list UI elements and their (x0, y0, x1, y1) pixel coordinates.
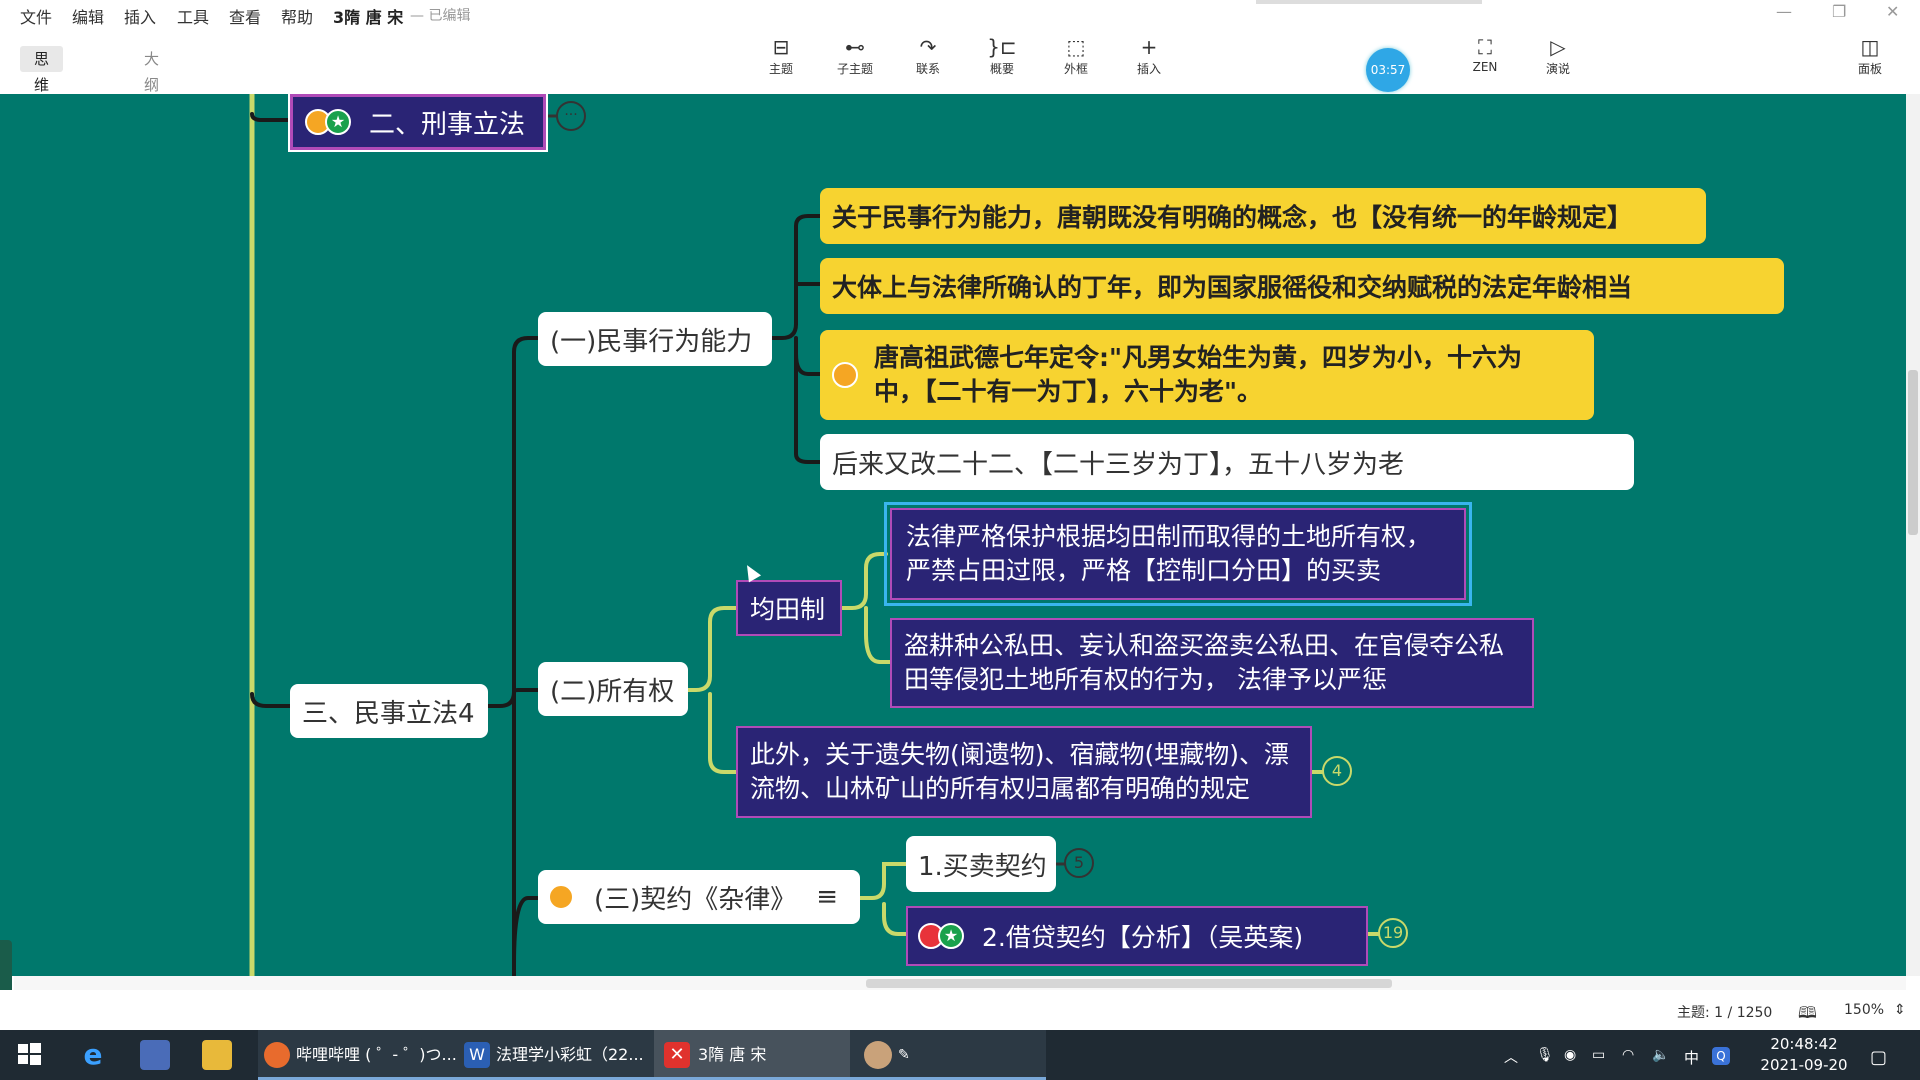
node-civil-legislation[interactable]: 三、民事立法4 (290, 684, 488, 738)
clock-time: 20:48:42 (1770, 1035, 1838, 1053)
present-button[interactable]: ▷ 演说 (1528, 36, 1588, 77)
firefox-icon (264, 1042, 290, 1068)
menu-insert[interactable]: 插入 (124, 4, 156, 28)
tab-outline[interactable]: 大纲 (130, 46, 173, 94)
node-sale-contract[interactable]: 1.买卖契约 (906, 836, 1056, 892)
star-icon: ★ (325, 109, 351, 135)
zoom-level[interactable]: 150% (1844, 1002, 1884, 1018)
panel-button[interactable]: ◫ 面板 (1840, 36, 1900, 77)
word-icon: W (464, 1042, 490, 1068)
node-capacity-2[interactable]: 大体上与法律所确认的丁年，即为国家服徭役和交纳赋税的法定年龄相当 (820, 258, 1784, 314)
menu-bar: 文件 编辑 插入 工具 查看 帮助 3隋 唐 宋 — 已编辑 — ❐ ✕ (0, 0, 1920, 28)
microphone-icon[interactable]: 🎙 (1536, 1047, 1554, 1063)
vertical-scrollbar[interactable] (1906, 94, 1920, 976)
taskbar-label: 法理学小彩虹（22... (496, 1045, 644, 1064)
topic-button[interactable]: ⊟ 主题 (751, 36, 811, 77)
summary-icon: }⊏ (987, 35, 1017, 59)
xmind-window: 文件 编辑 插入 工具 查看 帮助 3隋 唐 宋 — 已编辑 — ❐ ✕ 思维导… (0, 0, 1920, 1080)
relation-button[interactable]: ↷ 联系 (898, 36, 958, 77)
relation-icon: ↷ (919, 35, 937, 59)
insert-button[interactable]: + 插入 (1119, 36, 1179, 77)
subtopic-icon: ⊷ (845, 35, 865, 59)
drag-handle (1256, 0, 1482, 4)
windows-start-icon[interactable] (16, 1041, 42, 1067)
boundary-button[interactable]: ⬚ 外框 (1046, 36, 1106, 77)
topic-icon: ⊟ (772, 35, 790, 59)
vertical-scroll-thumb[interactable] (1908, 370, 1918, 535)
timer-badge[interactable]: 03:57 (1366, 48, 1410, 92)
priority-icon (548, 884, 574, 910)
menu-edit[interactable]: 编辑 (72, 4, 104, 28)
notification-icon[interactable]: ▢ (1870, 1047, 1887, 1068)
xmind-icon: ✕ (664, 1042, 690, 1068)
summary-button[interactable]: }⊏ 概要 (972, 36, 1032, 77)
mindmap-canvas[interactable]: ★ 二、刑事立法 ··· 三、民事立法4 (一)民事行为能力 关于民事行为能力，… (0, 94, 1910, 976)
collapsed-count-badge[interactable]: 5 (1064, 848, 1094, 878)
zoom-stepper-icon[interactable]: ⇕ (1894, 1002, 1906, 1018)
status-bar (0, 990, 1920, 1030)
node-capacity-4[interactable]: 后来又改二十二、【二十三岁为丁】，五十八岁为老 (820, 434, 1634, 490)
node-criminal-legislation[interactable]: ★ 二、刑事立法 (288, 94, 548, 152)
avatar (864, 1041, 892, 1069)
node-capacity-1[interactable]: 关于民事行为能力，唐朝既没有明确的概念，也【没有统一的年龄规定】 (820, 188, 1706, 244)
node-juntian-1[interactable]: 法律严格保护根据均田制而取得的土地所有权，严禁占田过限，严格【控制口分田】的买卖 (884, 502, 1472, 606)
menu-file[interactable]: 文件 (20, 4, 52, 28)
notes-icon[interactable]: ≡ (816, 882, 838, 912)
ime-indicator[interactable]: 中 (1684, 1047, 1699, 1068)
document-title: 3隋 唐 宋 (333, 8, 404, 27)
priority-icon (832, 362, 858, 388)
zen-button[interactable]: ⛶ ZEN (1455, 36, 1515, 74)
clock-date: 2021-09-20 (1760, 1056, 1848, 1074)
node-civil-capacity[interactable]: (一)民事行为能力 (538, 312, 772, 366)
collapse-icon[interactable]: ··· (556, 101, 586, 131)
horizontal-scroll-thumb[interactable] (866, 979, 1392, 988)
panel-icon: ◫ (1860, 35, 1880, 59)
wifi-icon[interactable]: ◠ (1622, 1047, 1634, 1063)
node-ownership[interactable]: (二)所有权 (538, 662, 688, 716)
menu-tools[interactable]: 工具 (177, 4, 209, 28)
chevron-up-icon[interactable]: ︿ (1504, 1047, 1518, 1067)
ie-icon[interactable]: e (78, 1040, 108, 1070)
boundary-icon: ⬚ (1066, 35, 1086, 59)
pen-icon: ✎ (898, 1047, 910, 1063)
node-capacity-3[interactable]: 唐高祖武德七年定令:"凡男女始生为黄，四岁为小，十六为中，【二十有一为丁】，六十… (820, 330, 1594, 420)
qq-icon[interactable]: ◉ (1564, 1047, 1576, 1063)
play-icon: ▷ (1550, 35, 1566, 59)
menu-view[interactable]: 查看 (229, 4, 261, 28)
node-loan-contract[interactable]: ★ 2.借贷契约【分析】（吴英案) (906, 906, 1368, 966)
menu-help[interactable]: 帮助 (281, 4, 313, 28)
clock[interactable]: 20:48:42 2021-09-20 (1760, 1034, 1848, 1076)
topic-count: 主题: 1 / 1250 (1677, 1005, 1773, 1021)
collapsed-count-badge[interactable]: 4 (1322, 756, 1352, 786)
minimize-icon[interactable]: — (1776, 2, 1792, 21)
search-icon[interactable]: Q (1712, 1047, 1730, 1065)
document-status: — 已编辑 (410, 8, 471, 24)
battery-icon[interactable]: ▭ (1592, 1047, 1605, 1063)
volume-icon[interactable]: 🔈 (1652, 1047, 1669, 1063)
taskbar-label: 哔哩哔哩 ( ゜- ゜)つ... (296, 1045, 457, 1064)
collapsed-count-badge[interactable]: 19 (1378, 918, 1408, 948)
node-contract[interactable]: (三)契约《杂律》 ≡ (538, 870, 860, 924)
restore-icon[interactable]: ❐ (1832, 2, 1846, 21)
plus-icon: + (1140, 35, 1158, 59)
fullscreen-icon: ⛶ (1478, 35, 1492, 59)
subtopic-button[interactable]: ⊷ 子主题 (825, 36, 885, 77)
close-icon[interactable]: ✕ (1886, 2, 1899, 21)
node-juntian[interactable]: 均田制 (736, 580, 842, 636)
tab-mindmap[interactable]: 思维导图 (20, 46, 64, 146)
folder-icon[interactable] (202, 1040, 232, 1070)
taskbar-label: 3隋 唐 宋 (698, 1045, 767, 1064)
map-icon[interactable]: 🕮 (1798, 1002, 1817, 1029)
node-juntian-2[interactable]: 盗耕种公私田、妄认和盗买盗卖公私田、在官侵夺公私田等侵犯土地所有权的行为， 法律… (890, 618, 1534, 708)
star-icon: ★ (938, 923, 964, 949)
computer-icon[interactable] (140, 1040, 170, 1070)
node-ownership-other[interactable]: 此外，关于遗失物(阑遗物)、宿藏物(埋藏物)、漂流物、山林矿山的所有权归属都有明… (736, 726, 1312, 818)
